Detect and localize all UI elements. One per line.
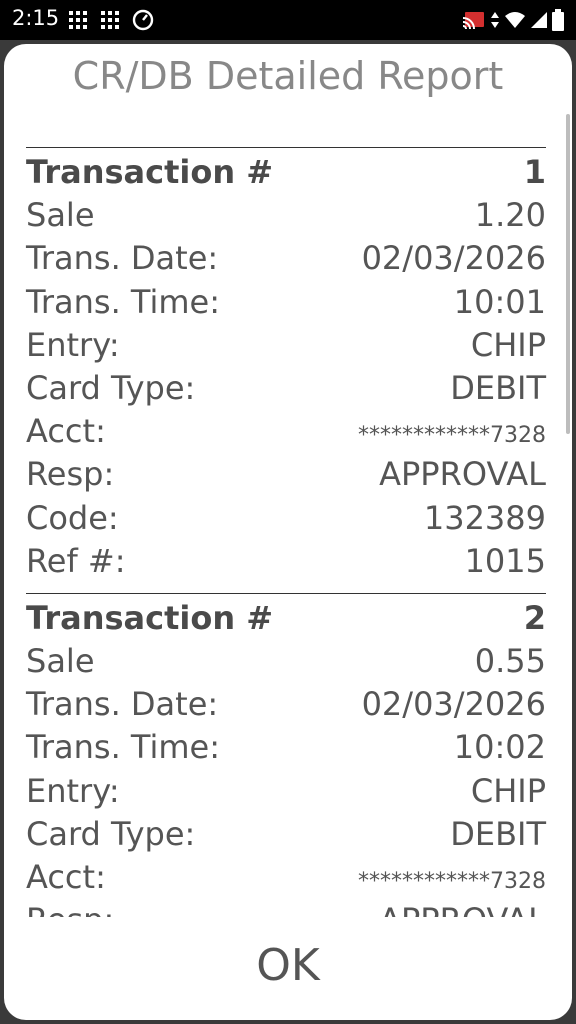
- grid-icon: [101, 11, 119, 29]
- acct-value: ************7328: [358, 869, 546, 894]
- trans-date-value: 02/03/2026: [361, 239, 546, 278]
- battery-icon: [552, 9, 564, 31]
- code-value: 132389: [423, 498, 546, 537]
- code-label: Code:: [26, 498, 119, 537]
- wifi-icon: [505, 12, 525, 28]
- resp-label: Resp:: [26, 455, 115, 494]
- card-type-label: Card Type:: [26, 814, 196, 853]
- card-type-value: DEBIT: [450, 368, 546, 407]
- resp-row: Resp: APPROVAL: [26, 899, 546, 917]
- status-time: 2:15: [12, 6, 60, 30]
- transaction-block: Transaction # 1 Sale 1.20 Trans. Date: 0…: [26, 147, 546, 583]
- trans-time-value: 10:02: [453, 728, 546, 767]
- divider: [26, 147, 546, 148]
- trans-date-row: Trans. Date: 02/03/2026: [26, 237, 546, 280]
- entry-row: Entry: CHIP: [26, 770, 546, 813]
- code-row: Code: 132389: [26, 497, 546, 540]
- trans-date-row: Trans. Date: 02/03/2026: [26, 683, 546, 726]
- acct-row: Acct: ************7328: [26, 856, 546, 899]
- transaction-label: Transaction #: [26, 153, 274, 191]
- acct-label: Acct:: [26, 858, 106, 896]
- transaction-block: Transaction # 2 Sale 0.55 Trans. Date: 0…: [26, 592, 546, 917]
- acct-label: Acct:: [26, 412, 106, 451]
- resp-label: Resp:: [26, 899, 114, 917]
- grid-icon: [69, 11, 87, 29]
- transaction-number: 2: [523, 598, 546, 637]
- entry-row: Entry: CHIP: [26, 324, 546, 367]
- trans-date-value: 02/03/2026: [361, 685, 546, 724]
- transaction-header-row: Transaction # 2: [26, 597, 546, 640]
- sale-row: Sale 1.20: [26, 194, 546, 237]
- entry-value: CHIP: [470, 325, 546, 364]
- report-dialog: CR/DB Detailed Report Transaction # 1 Sa…: [4, 44, 572, 1020]
- status-icons-left: [68, 9, 154, 31]
- entry-label: Entry:: [26, 771, 120, 810]
- transaction-header-row: Transaction # 1: [26, 151, 546, 194]
- sale-label: Sale: [26, 642, 95, 681]
- resp-value: APPROVAL: [379, 899, 546, 917]
- sale-row: Sale 0.55: [26, 640, 546, 683]
- cast-icon: [462, 12, 484, 30]
- card-type-row: Card Type: DEBIT: [26, 813, 546, 856]
- resp-value: APPROVAL: [379, 455, 546, 494]
- status-icons-right: [462, 8, 564, 32]
- transaction-label: Transaction #: [26, 598, 274, 637]
- report-scroll-area[interactable]: Transaction # 1 Sale 1.20 Trans. Date: 0…: [4, 147, 572, 917]
- ref-row: Ref #: 1015: [26, 540, 546, 583]
- trans-date-label: Trans. Date:: [26, 685, 219, 724]
- sale-amount: 1.20: [474, 196, 546, 235]
- acct-row: Acct: ************7328: [26, 410, 546, 453]
- trans-time-value: 10:01: [453, 282, 546, 321]
- divider: [26, 592, 546, 594]
- trans-time-label: Trans. Time:: [26, 282, 220, 321]
- ref-value: 1015: [464, 541, 546, 580]
- signal-icon: [531, 12, 547, 28]
- entry-value: CHIP: [470, 771, 546, 810]
- trans-time-row: Trans. Time: 10:01: [26, 281, 546, 324]
- trans-date-label: Trans. Date:: [26, 239, 219, 278]
- resp-row: Resp: APPROVAL: [26, 453, 546, 496]
- dialog-title: CR/DB Detailed Report: [72, 54, 504, 98]
- entry-label: Entry:: [26, 325, 120, 364]
- card-type-row: Card Type: DEBIT: [26, 367, 546, 410]
- status-bar: 2:15: [0, 0, 576, 40]
- card-type-label: Card Type:: [26, 368, 196, 407]
- gauge-icon: [132, 9, 154, 31]
- sale-amount: 0.55: [474, 642, 546, 681]
- scrollbar[interactable]: [566, 114, 570, 434]
- trans-time-label: Trans. Time:: [26, 728, 220, 767]
- trans-time-row: Trans. Time: 10:02: [26, 726, 546, 769]
- data-arrows-icon: [491, 12, 499, 28]
- sale-label: Sale: [26, 196, 95, 235]
- transaction-number: 1: [523, 153, 546, 191]
- ok-button[interactable]: OK: [188, 936, 388, 996]
- acct-value: ************7328: [358, 423, 546, 449]
- card-type-value: DEBIT: [450, 814, 546, 853]
- ref-label: Ref #:: [26, 541, 126, 580]
